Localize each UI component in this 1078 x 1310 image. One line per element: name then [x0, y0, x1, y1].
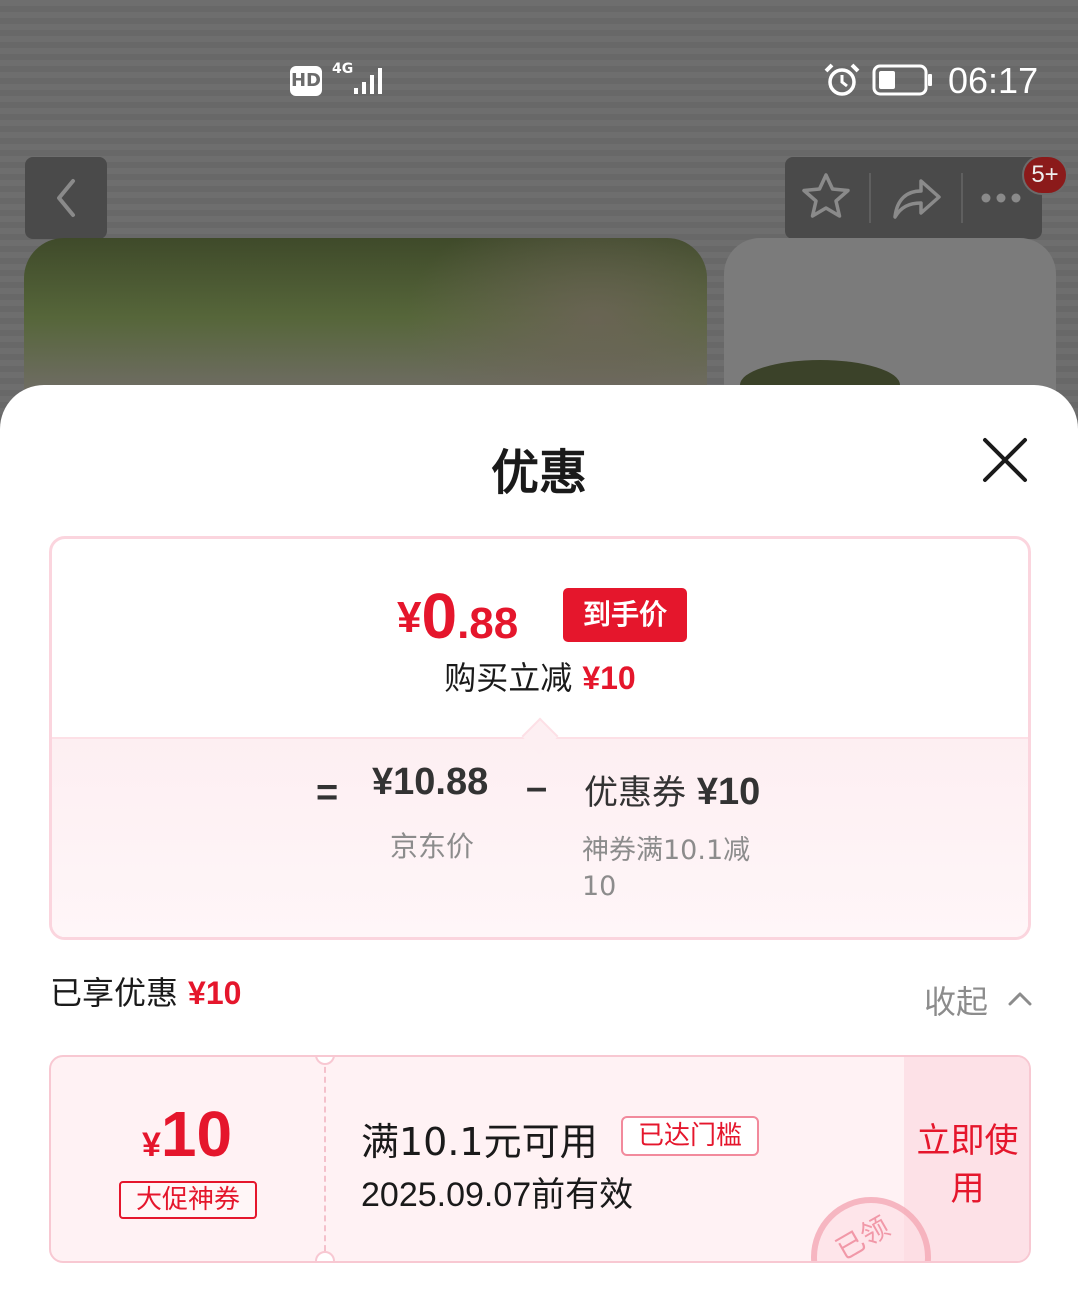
enjoyed-discount: 已享优惠 ¥10	[50, 968, 241, 1014]
instant-reduce-label: 购买立减	[444, 659, 573, 697]
star-icon[interactable]	[785, 157, 867, 239]
final-price: ¥0.88	[397, 579, 518, 653]
back-icon	[57, 179, 75, 217]
coupon-card: ¥10 大促神券 满10.1元可用 已达门槛 2025.09.07前有效 立即使…	[49, 1055, 1031, 1263]
coupon-value: ¥10	[51, 1097, 323, 1171]
coupon-divider	[324, 1057, 326, 1261]
sheet-title: 优惠	[490, 445, 587, 501]
instant-reduce-line: 购买立减 ¥10	[52, 653, 1028, 699]
final-price-currency: ¥	[397, 593, 422, 642]
enjoyed-discount-label: 已享优惠	[50, 974, 179, 1012]
enjoyed-discount-amount: ¥10	[188, 975, 242, 1011]
network-type: 4G	[332, 61, 354, 77]
final-price-tag: 到手价	[563, 588, 687, 642]
minus-sign: –	[526, 767, 548, 809]
collapse-button[interactable]: 收起	[924, 977, 988, 1023]
equals-sign: =	[316, 772, 339, 814]
discount-sheet: 优惠 ¥0.88 到手价 购买立减 ¥10 = ¥10.88 京东价 – 优惠券 …	[0, 385, 1078, 1310]
back-button[interactable]	[25, 157, 107, 239]
hd-badge: HD	[290, 66, 322, 96]
alarm-icon	[824, 63, 860, 96]
share-icon[interactable]	[875, 157, 957, 239]
battery-icon	[872, 64, 932, 96]
nav-divider	[869, 173, 871, 223]
status-bar: HD 4G 06:17	[0, 52, 1078, 112]
coupon-type-badge: 大促神券	[119, 1181, 257, 1219]
threshold-reached-badge: 已达门槛	[621, 1116, 759, 1156]
coupon-deduction: 优惠券 ¥10	[584, 765, 760, 814]
price-breakdown-card: ¥0.88 到手价 购买立减 ¥10 = ¥10.88 京东价 – 优惠券 ¥10…	[49, 536, 1031, 940]
coupon-amount: 10	[160, 1098, 233, 1170]
coupon-condition: 满10.1元可用	[361, 1120, 598, 1164]
signal-icon	[354, 68, 382, 94]
status-time: 06:17	[948, 60, 1039, 101]
coupon-punch	[315, 1251, 335, 1261]
notification-badge: 5+	[1022, 155, 1068, 195]
close-icon[interactable]	[975, 430, 1035, 490]
final-price-decimal: .88	[457, 599, 519, 648]
final-price-integer: 0	[421, 580, 458, 652]
chevron-up-icon[interactable]	[1006, 987, 1034, 1009]
coupon-deduction-amount: ¥10	[696, 771, 761, 813]
coupon-deduction-desc: 神券满10.1减10	[582, 835, 751, 902]
coupon-deduction-label: 优惠券	[584, 773, 686, 813]
nav-action-group	[785, 157, 1042, 239]
coupon-punch	[315, 1057, 335, 1065]
coupon-validity: 2025.09.07前有效	[361, 1176, 634, 1214]
jd-price: ¥10.88	[372, 761, 489, 803]
instant-reduce-amount: ¥10	[582, 660, 636, 696]
coupon-currency: ¥	[141, 1126, 161, 1164]
jd-price-label: 京东价	[390, 830, 475, 863]
